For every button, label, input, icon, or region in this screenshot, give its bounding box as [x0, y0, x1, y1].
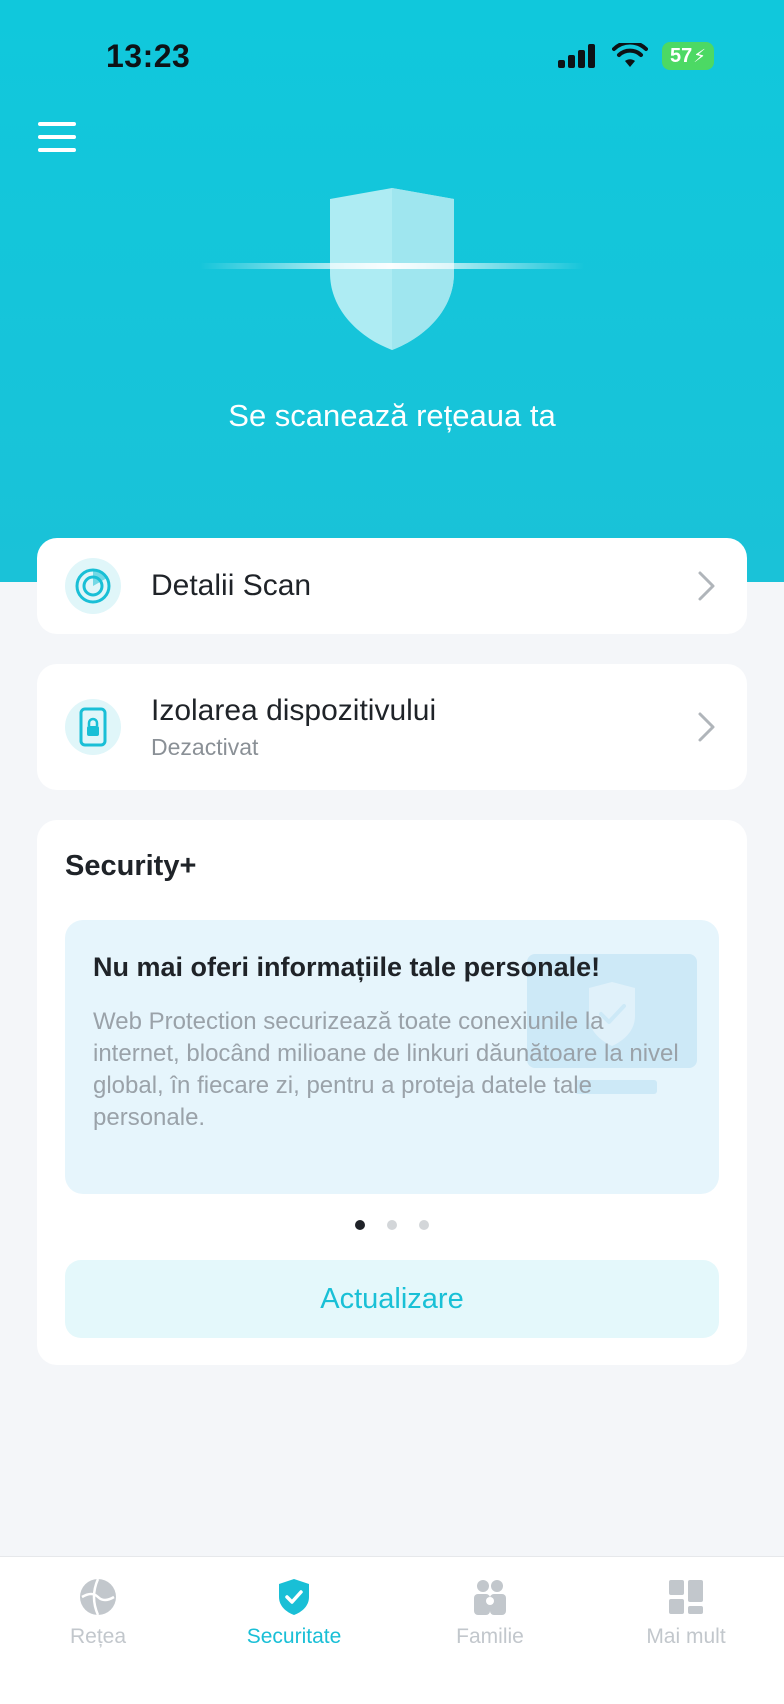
status-icons: 57 ⚡ [558, 42, 714, 70]
hero-header: 13:23 57 ⚡ Se scanează rețeaua ta [0, 0, 784, 582]
battery-indicator: 57 ⚡ [662, 42, 714, 70]
promo-slide[interactable]: Nu mai oferi informațiile tale personale… [65, 920, 719, 1194]
security-plus-title: Security+ [65, 850, 197, 882]
charging-bolt-icon: ⚡ [693, 45, 706, 66]
carousel-dot[interactable] [355, 1220, 365, 1230]
device-isolation-status: Dezactivat [151, 733, 259, 760]
more-grid-icon [669, 1580, 703, 1614]
shield-icon [330, 188, 454, 350]
menu-button[interactable] [38, 122, 76, 154]
tab-family[interactable]: Familie [392, 1557, 588, 1704]
chevron-right-icon [698, 571, 715, 601]
carousel-dot[interactable] [387, 1220, 397, 1230]
upgrade-button[interactable]: Actualizare [65, 1260, 719, 1338]
scan-line [200, 263, 584, 269]
tab-label: Mai mult [646, 1625, 726, 1648]
chevron-right-icon [698, 712, 715, 742]
security-plus-card: Security+ Nu mai oferi informațiile tale… [37, 820, 747, 1365]
tab-more[interactable]: Mai mult [588, 1557, 784, 1704]
promo-heading: Nu mai oferi informațiile tale personale… [93, 952, 601, 982]
radar-icon [65, 558, 121, 614]
menu-line [38, 148, 76, 152]
tab-network[interactable]: Rețea [0, 1557, 196, 1704]
battery-level: 57 [670, 44, 693, 67]
shield-check-icon [279, 1579, 309, 1615]
device-isolation-card[interactable]: Izolarea dispozitivului Dezactivat [37, 664, 747, 790]
device-isolation-label: Izolarea dispozitivului [151, 693, 437, 727]
tab-security[interactable]: Securitate [196, 1557, 392, 1704]
network-globe-icon [80, 1578, 116, 1616]
scan-details-card[interactable]: Detalii Scan [37, 538, 747, 634]
scan-details-label: Detalii Scan [151, 569, 312, 602]
tab-label: Rețea [69, 1625, 127, 1648]
scan-status-title: Se scanează rețeaua ta [228, 398, 556, 433]
menu-line [38, 122, 76, 126]
cellular-signal-icon [558, 44, 595, 68]
scan-animation [200, 185, 584, 355]
status-time: 13:23 [106, 38, 191, 74]
device-lock-icon [65, 699, 121, 755]
bottom-tab-bar: Rețea Securitate Familie Mai mult [0, 1556, 784, 1704]
wifi-icon [612, 43, 648, 67]
carousel-indicator [37, 1220, 747, 1230]
tab-label: Familie [456, 1625, 524, 1648]
promo-body: Web Protection securizează toate conexiu… [93, 1008, 679, 1131]
carousel-dot[interactable] [419, 1220, 429, 1230]
family-icon [474, 1580, 506, 1615]
tab-label: Securitate [246, 1625, 342, 1648]
menu-line [38, 135, 76, 139]
